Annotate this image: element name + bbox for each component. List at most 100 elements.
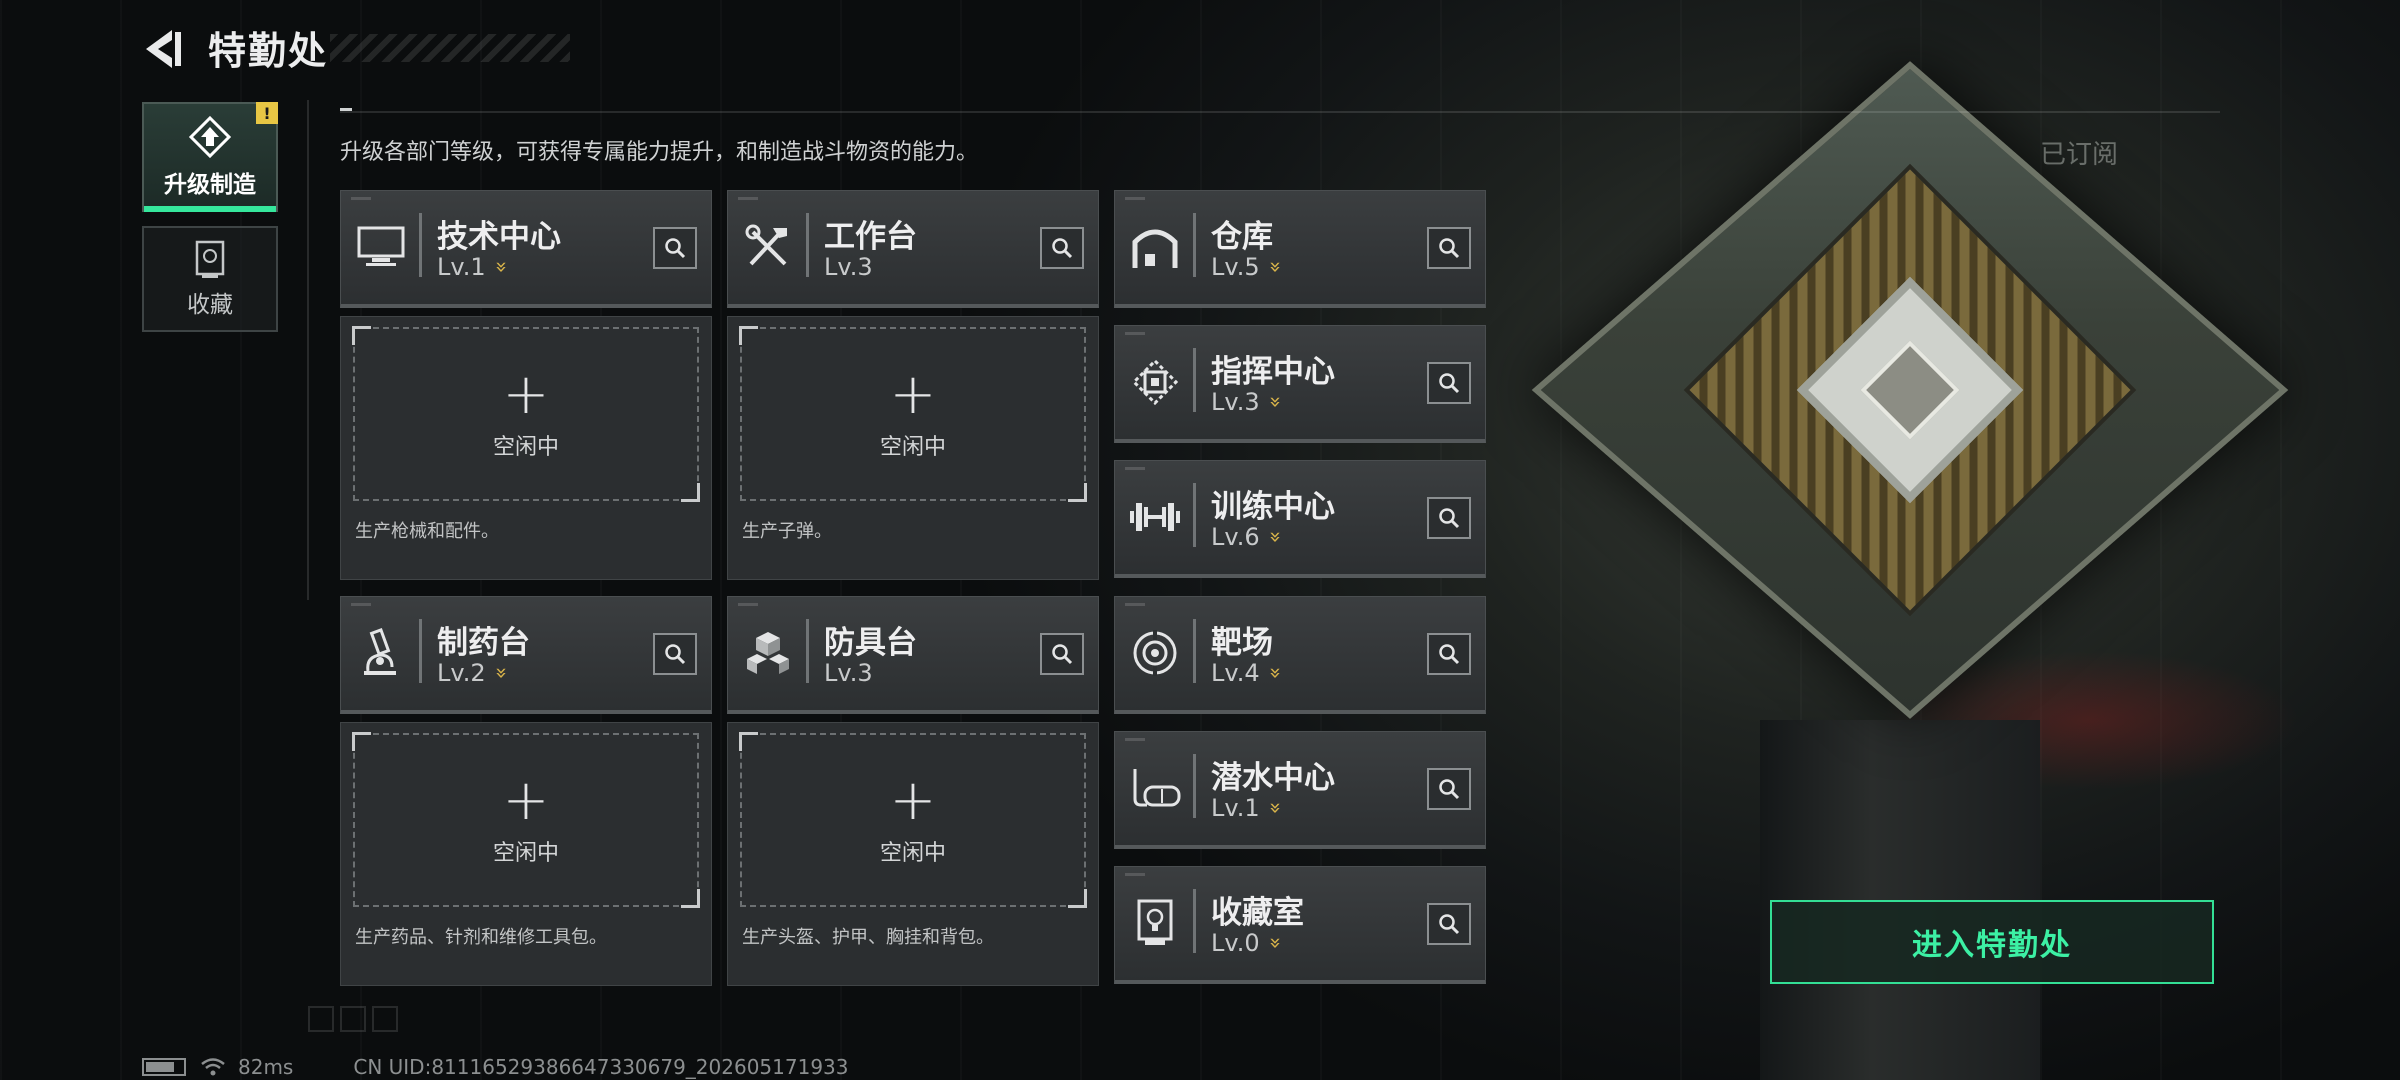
card-divider [806, 213, 809, 277]
dept-name: 技术中心 [437, 219, 561, 255]
dept-level: Lv.3 [824, 659, 873, 687]
search-icon [1052, 644, 1073, 665]
plus-icon: + [889, 362, 937, 427]
search-icon [665, 238, 686, 259]
status-footer: 82ms CN UID:8111652938664733067​9_202605… [142, 1055, 849, 1079]
upgrade-arrow-icon: « [1261, 936, 1286, 950]
search-button[interactable] [1427, 768, 1471, 810]
upgrade-arrow-icon: « [1261, 666, 1286, 680]
page-title: 特勤处 [208, 28, 329, 73]
add-production-button[interactable]: + 空闲中 [352, 326, 700, 502]
dept-card-armor-bench[interactable]: 防具台 Lv.3 [727, 596, 1099, 714]
dept-name: 靶场 [1211, 625, 1273, 661]
dept-level-text: Lv.2 [437, 659, 486, 687]
search-icon [1439, 373, 1460, 394]
side-divider [307, 100, 309, 600]
search-button[interactable] [653, 227, 697, 269]
header-divider [340, 111, 2220, 113]
dept-name: 潜水中心 [1211, 760, 1335, 796]
dept-card-shooting-range[interactable]: 靶场 Lv.4 « [1114, 596, 1486, 714]
search-button[interactable] [1040, 227, 1084, 269]
slot-description: 生产头盔、护甲、胸挂和背包。 [742, 927, 994, 948]
search-icon [665, 644, 686, 665]
user-uid: CN UID:8111652938664733067​9_20260517193… [353, 1055, 849, 1079]
search-button[interactable] [653, 633, 697, 675]
enter-special-ops-button[interactable]: 进入特勤处 [1770, 900, 2214, 984]
dept-level-text: Lv.1 [1211, 794, 1260, 822]
dept-level-text: Lv.4 [1211, 659, 1260, 687]
dumbbell-icon [1125, 487, 1185, 547]
back-arrow-icon [146, 30, 181, 68]
search-icon [1439, 779, 1460, 800]
dept-card-collection-room[interactable]: 收藏室 Lv.0 « [1114, 866, 1486, 984]
search-button[interactable] [1427, 633, 1471, 675]
production-slot-workbench: + 空闲中 生产子弹。 [727, 316, 1099, 580]
card-deco [351, 197, 371, 200]
facility-cube-art [1530, 10, 2290, 770]
card-deco [1125, 873, 1145, 876]
dept-card-warehouse[interactable]: 仓库 Lv.5 « [1114, 190, 1486, 308]
dept-level: Lv.3 [824, 253, 873, 281]
dept-level: Lv.5 « [1211, 253, 1286, 281]
dept-level-text: Lv.1 [437, 253, 486, 281]
slot-description: 生产枪械和配件。 [355, 521, 499, 542]
upgrade-icon [188, 115, 232, 159]
dept-level: Lv.4 « [1211, 659, 1286, 687]
upgrade-arrow-icon: « [1261, 260, 1286, 274]
microscope-icon [351, 623, 411, 683]
search-icon [1052, 238, 1073, 259]
tab-upgrade-craft[interactable]: ! 升级制造 [142, 102, 278, 212]
search-button[interactable] [1427, 903, 1471, 945]
dept-level-text: Lv.3 [824, 659, 873, 687]
page-description: 升级各部门等级，可获得专属能力提升，和制造战斗物资的能力。 [340, 140, 979, 165]
dept-level-text: Lv.5 [1211, 253, 1260, 281]
collection-icon [195, 240, 225, 278]
search-icon [1439, 508, 1460, 529]
battery-icon [142, 1058, 186, 1076]
back-button[interactable] [142, 26, 186, 72]
add-production-button[interactable]: + 空闲中 [739, 326, 1087, 502]
slot-description: 生产药品、针剂和维修工具包。 [355, 927, 607, 948]
search-button[interactable] [1427, 362, 1471, 404]
card-divider [419, 213, 422, 277]
card-deco [1125, 332, 1145, 335]
search-button[interactable] [1427, 497, 1471, 539]
wifi-icon [201, 1058, 225, 1076]
dept-level: Lv.1 « [1211, 794, 1286, 822]
slot-status: 空闲中 [492, 841, 559, 866]
diving-mask-icon [1125, 758, 1185, 818]
target-icon [1125, 623, 1185, 683]
card-divider [419, 619, 422, 683]
tab-collection[interactable]: 收藏 [142, 226, 278, 332]
production-slot-armor-bench: + 空闲中 生产头盔、护甲、胸挂和背包。 [727, 722, 1099, 986]
deco-mark [372, 1006, 398, 1032]
card-divider [1193, 754, 1196, 818]
card-divider [1193, 348, 1196, 412]
add-production-button[interactable]: + 空闲中 [352, 732, 700, 908]
add-production-button[interactable]: + 空闲中 [739, 732, 1087, 908]
dept-card-tech-center[interactable]: 技术中心 Lv.1 « [340, 190, 712, 308]
search-icon [1439, 914, 1460, 935]
search-button[interactable] [1040, 633, 1084, 675]
production-slot-tech-center: + 空闲中 生产枪械和配件。 [340, 316, 712, 580]
dept-level: Lv.3 « [1211, 388, 1286, 416]
upgrade-arrow-icon: « [487, 260, 512, 274]
search-button[interactable] [1427, 227, 1471, 269]
card-deco [1125, 603, 1145, 606]
dept-card-training-center[interactable]: 训练中心 Lv.6 « [1114, 460, 1486, 578]
tab-label: 升级制造 [164, 172, 256, 198]
card-deco [738, 197, 758, 200]
tools-icon [738, 217, 798, 277]
dept-level: Lv.6 « [1211, 523, 1286, 551]
dept-name: 防具台 [824, 625, 917, 661]
dept-card-command-center[interactable]: 指挥中心 Lv.3 « [1114, 325, 1486, 443]
dept-card-pharmacy[interactable]: 制药台 Lv.2 « [340, 596, 712, 714]
tab-label: 收藏 [187, 292, 233, 318]
ping-value: 82ms [238, 1055, 294, 1079]
dept-name: 指挥中心 [1211, 354, 1335, 390]
warehouse-icon [1125, 217, 1185, 277]
dept-card-workbench[interactable]: 工作台 Lv.3 [727, 190, 1099, 308]
slot-status: 空闲中 [492, 435, 559, 460]
card-deco [1125, 738, 1145, 741]
dept-card-diving-center[interactable]: 潜水中心 Lv.1 « [1114, 731, 1486, 849]
